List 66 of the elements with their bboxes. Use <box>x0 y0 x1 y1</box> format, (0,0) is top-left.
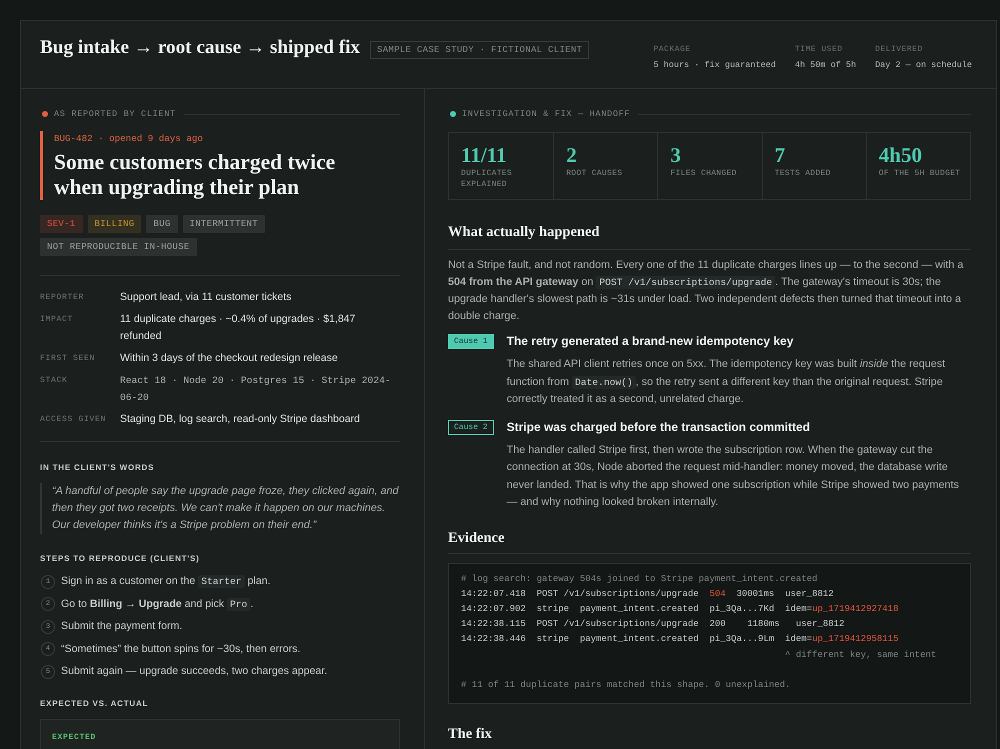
log-entry: 14:22:07.418 POST /v1/subscriptions/upgrade 504 30001ms user_8812 <box>461 588 835 601</box>
meta-value: 5 hours · fix guaranteed <box>653 59 776 71</box>
meta-label: DELIVERED <box>875 44 924 55</box>
field-value: Staging DB, log search, read-only Stripe dashboard <box>120 412 361 427</box>
field-value: React 18 · Node 20 · Postgres 15 · Stripe 2024-06-20 <box>120 374 392 405</box>
summary-paragraph: Not a Stripe fault, and not random. Every one of the 11 duplicate charges lines up — to the second — with a 504 from the API gateway on POST /v1/subscriptions/upgrade . The gateway's timeout is 30s; the upgrade handler's slowest path is ~31s under load. Two independent defects then turned that timeout into a double charge. <box>448 258 964 324</box>
stat-value: 2 <box>566 143 578 167</box>
section-label: INVESTIGATION & FIX — HANDOFF <box>462 108 630 120</box>
step-text: Submit the payment form. <box>61 619 182 634</box>
stat-value: 7 <box>774 143 786 167</box>
stat-label: FILES CHANGED <box>670 168 738 179</box>
page-title: Bug intake → root cause → shipped fix <box>40 37 360 59</box>
meta-label: PACKAGE <box>653 44 692 55</box>
log-entry: 14:22:38.446 stripe payment_intent.created pi_3Qa...9Lm idem=up_1719412958115 <box>461 633 900 646</box>
tag: INTERMITTENT <box>182 215 265 233</box>
stat-value: 11/11 <box>461 143 508 167</box>
cause-description: The handler called Stripe first, then wrote the subscription row. When the gateway cut the connection at 30s, Node aborted the request mid-handler: money moved, the database write never landed. That is why the app showed one subscription while Stripe showed two payments — and why nothing looked broken internally. <box>506 442 960 510</box>
field-value: Support lead, via 11 customer tickets <box>120 290 292 305</box>
client-quote: “A handful of people say the upgrade page froze, they clicked again, and then they got two receipts. We can't make it happen on our machines. Our developer thinks it's a Stripe problem on their end.” <box>40 483 400 534</box>
tag: BILLING <box>88 215 142 233</box>
section-heading: The fix <box>448 724 493 744</box>
log-comment: # 11 of 11 duplicate pairs matched this shape. 0 unexplained. <box>461 678 792 692</box>
bug-id: BUG-482 · opened 9 days ago <box>54 132 204 146</box>
cause-badge: Cause 2 <box>448 420 494 434</box>
stat-value: 3 <box>670 143 682 167</box>
subsection-heading: IN THE CLIENT'S WORDS <box>40 462 156 474</box>
step-text: “Sometimes” the button spins for ~30s, then errors. <box>61 642 300 656</box>
field-value: 11 duplicate charges · ~0.4% of upgrades · $1,847 refunded <box>120 312 356 344</box>
expected-label: EXPECTED <box>52 733 96 742</box>
field-label: FIRST SEEN <box>40 353 96 365</box>
field-label: REPORTER <box>40 292 86 304</box>
subsection-heading: STEPS TO REPRODUCE (CLIENT'S) <box>40 553 201 565</box>
cause-description: The shared API client retries once on 5xx. The idempotency key was built inside the request function from Date.now() , so the retry sent a different key than the original request. Stripe correctly treated it as a second, unrelated charge. <box>506 357 946 407</box>
meta-label: TIME USED <box>794 44 844 55</box>
case-study-badge: SAMPLE CASE STUDY · FICTIONAL CLIENT <box>370 41 590 59</box>
section-label: AS REPORTED BY CLIENT <box>54 108 176 120</box>
cause-badge: Cause 1 <box>448 334 494 349</box>
step-text: Sign in as a customer on the Starter plan. <box>61 574 270 590</box>
stat-label: TESTS ADDED <box>774 168 832 179</box>
cause-title: Stripe was charged before the transaction committed <box>506 418 812 434</box>
log-comment: # log search: gateway 504s joined to Stripe payment_intent.created <box>461 572 818 586</box>
log-entry: 14:22:07.902 stripe payment_intent.created pi_3Qa...7Kd idem=up_1719412927418 <box>461 602 900 616</box>
section-heading: What actually happened <box>448 223 971 250</box>
dot-icon <box>450 111 456 117</box>
cause-title: The retry generated a brand-new idempotency key <box>506 333 794 349</box>
bug-title: Some customers charged twice when upgrading their plan <box>54 150 336 200</box>
stat-label: ROOT CAUSES <box>566 168 624 179</box>
stat-label: DUPLICATES EXPLAINED <box>461 168 514 190</box>
tag: BUG <box>146 215 178 233</box>
field-label: IMPACT <box>40 314 74 326</box>
field-value: Within 3 days of the checkout redesign release <box>120 351 339 366</box>
subsection-heading: EXPECTED VS. ACTUAL <box>40 698 150 710</box>
tag: NOT REPRODUCIBLE IN-HOUSE <box>40 238 197 256</box>
meta-value: 4h 50m of 5h <box>794 59 856 71</box>
tag: SEV-1 <box>40 215 83 233</box>
dot-icon <box>42 111 48 117</box>
log-entry: 14:22:38.115 POST /v1/subscriptions/upgrade 200 1180ms user_8812 <box>461 618 846 632</box>
log-note: ^ different key, same intent <box>784 648 938 662</box>
field-label: ACCESS GIVEN <box>40 414 108 426</box>
section-heading: Evidence <box>448 528 971 554</box>
stat-value: 4h50 <box>878 143 923 167</box>
stat-label: OF THE 5H BUDGET <box>878 168 962 179</box>
meta-value: Day 2 — on schedule <box>875 59 972 71</box>
step-text: Submit again — upgrade succeeds, two charges appear. <box>61 664 328 679</box>
field-label: STACK <box>40 375 69 387</box>
step-text: Go to Billing → Upgrade and pick Pro . <box>61 596 254 612</box>
